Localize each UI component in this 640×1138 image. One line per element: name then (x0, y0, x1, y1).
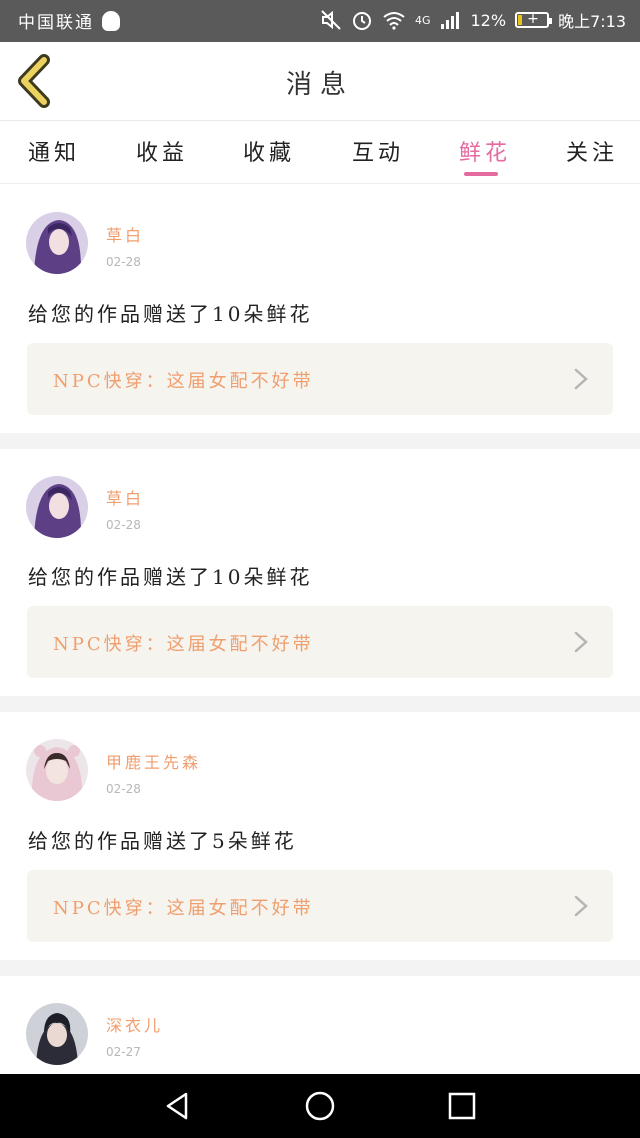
book-title: NPC快穿：这届女配不好带 (53, 634, 314, 655)
header: 消息 (0, 42, 640, 120)
tab-earnings[interactable]: 收益 (136, 135, 188, 167)
wifi-icon (383, 12, 405, 30)
battery-icon: + (515, 11, 553, 28)
clock: 晚上7:13 (558, 12, 626, 31)
book-link[interactable]: NPC快穿：这届女配不好带 (27, 870, 613, 942)
message-card: 草白 02-28 给您的作品赠送了10朵鲜花 NPC快穿：这届女配不好带 (0, 185, 640, 433)
message-date: 02-28 (106, 518, 141, 532)
book-title: NPC快穿：这届女配不好带 (53, 371, 314, 392)
chevron-right-icon (574, 631, 588, 653)
network-type: 4G (414, 13, 431, 27)
chevron-right-icon (574, 368, 588, 390)
message-date: 02-28 (106, 782, 141, 796)
username[interactable]: 草白 (106, 222, 144, 246)
carrier-label: 中国联通 (18, 13, 94, 33)
book-link[interactable]: NPC快穿：这届女配不好带 (27, 343, 613, 415)
username[interactable]: 甲鹿王先森 (106, 749, 201, 773)
message-card: 深衣儿 02-27 (0, 976, 640, 1074)
divider (0, 696, 640, 712)
home-circle-icon[interactable] (302, 1088, 338, 1124)
tab-interactions[interactable]: 互动 (352, 135, 404, 167)
book-link[interactable]: NPC快穿：这届女配不好带 (27, 606, 613, 678)
signal-icon (440, 12, 459, 29)
alarm-icon (352, 12, 371, 30)
message-card: 草白 02-28 给您的作品赠送了10朵鲜花 NPC快穿：这届女配不好带 (0, 449, 640, 696)
qq-penguin-icon (102, 10, 120, 31)
message-text: 给您的作品赠送了10朵鲜花 (28, 565, 313, 589)
avatar[interactable] (26, 1003, 88, 1065)
status-bar: 中国联通 4G 12% + 晚上7:13 (0, 0, 640, 42)
chevron-right-icon (574, 895, 588, 917)
avatar[interactable] (26, 739, 88, 801)
message-text: 给您的作品赠送了5朵鲜花 (28, 829, 297, 853)
tab-flowers[interactable]: 鲜花 (459, 135, 511, 167)
message-card: 甲鹿王先森 02-28 给您的作品赠送了5朵鲜花 NPC快穿：这届女配不好带 (0, 712, 640, 960)
tab-following[interactable]: 关注 (566, 135, 618, 167)
tab-bar: 通知 收益 收藏 互动 鲜花 关注 (0, 120, 640, 184)
system-nav-bar (0, 1074, 640, 1138)
avatar[interactable] (26, 212, 88, 274)
avatar[interactable] (26, 476, 88, 538)
message-text: 给您的作品赠送了10朵鲜花 (28, 302, 313, 326)
battery-percent: 12% (470, 10, 507, 30)
recents-square-icon[interactable] (444, 1088, 480, 1124)
message-date: 02-28 (106, 255, 141, 269)
tab-notifications[interactable]: 通知 (28, 135, 80, 167)
tab-favorites[interactable]: 收藏 (243, 135, 295, 167)
message-date: 02-27 (106, 1045, 141, 1059)
username[interactable]: 草白 (106, 485, 144, 509)
page-title: 消息 (285, 70, 354, 100)
back-triangle-icon[interactable] (160, 1088, 196, 1124)
mute-icon (321, 10, 341, 30)
book-title: NPC快穿：这届女配不好带 (53, 898, 314, 919)
divider (0, 433, 640, 449)
active-tab-indicator (464, 172, 498, 176)
divider (0, 960, 640, 976)
username[interactable]: 深衣儿 (106, 1012, 163, 1036)
